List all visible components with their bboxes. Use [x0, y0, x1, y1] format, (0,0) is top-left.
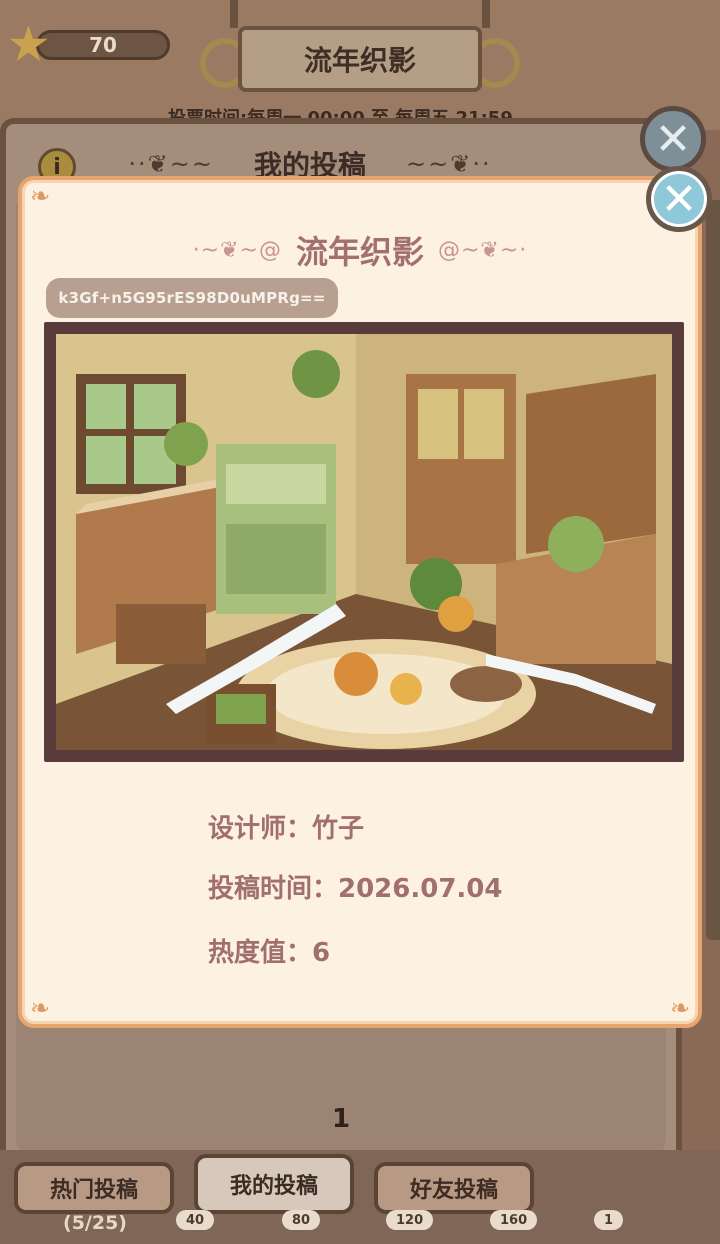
reward-badge: 40 [176, 1210, 215, 1230]
share-code[interactable]: k3Gf+n5G95rES98D0uMPRg== [46, 278, 338, 318]
plaque-rope [482, 0, 490, 28]
panel-close-button[interactable]: ✕ [640, 106, 706, 172]
designer-text: 设计师：竹子 [208, 814, 365, 844]
modal-title: 流年织影 [295, 233, 424, 271]
reward-badge: 1 [594, 1210, 624, 1230]
side-strip [706, 200, 720, 940]
corner-ornament: ❧ [29, 182, 51, 210]
flourish-left: ·~❦~@ [192, 237, 282, 263]
reward-badge: 80 [282, 1210, 321, 1230]
corner-ornament: ❧ [669, 994, 691, 1022]
close-icon: ✕ [654, 113, 692, 165]
reward-badge: 160 [490, 1210, 538, 1230]
event-title-plaque: 流年织影 [200, 0, 520, 108]
flourish-left: ··❦~~ [128, 150, 214, 178]
page-number: 1 [331, 1104, 351, 1134]
modal-close-button[interactable]: ✕ [646, 166, 712, 232]
heat-value-text: 热度值：6 [208, 938, 331, 968]
modal-title-row: ·~❦~@ 流年织影 @~❦~· [22, 224, 698, 276]
corner-ornament: ❧ [29, 994, 51, 1022]
submission-detail-modal: ❧ ❧ ❧ ❧ ·~❦~@ 流年织影 @~❦~· k3Gf+n5G95rES98… [18, 176, 702, 1028]
flourish-right: @~❦~· [438, 237, 528, 263]
plaque-rope [230, 0, 238, 28]
star-icon: ★ [6, 15, 51, 73]
star-counter: 70 ★ [6, 19, 170, 69]
submit-time-text: 投稿时间：2026.07.04 [208, 874, 503, 904]
tab-hot-submissions[interactable]: 热门投稿 [14, 1162, 174, 1214]
flourish-right: ~~❦·· [406, 150, 492, 178]
star-count: 70 [36, 30, 170, 60]
reward-badge: 120 [386, 1210, 434, 1230]
tab-friend-submissions[interactable]: 好友投稿 [374, 1162, 534, 1214]
close-icon: ✕ [660, 173, 698, 225]
tab-my-submissions[interactable]: 我的投稿 [194, 1154, 354, 1214]
submission-count: (5/25) [63, 1212, 127, 1234]
room-preview-image [44, 322, 684, 762]
event-title: 流年织影 [238, 26, 482, 92]
room-illustration [56, 334, 672, 750]
